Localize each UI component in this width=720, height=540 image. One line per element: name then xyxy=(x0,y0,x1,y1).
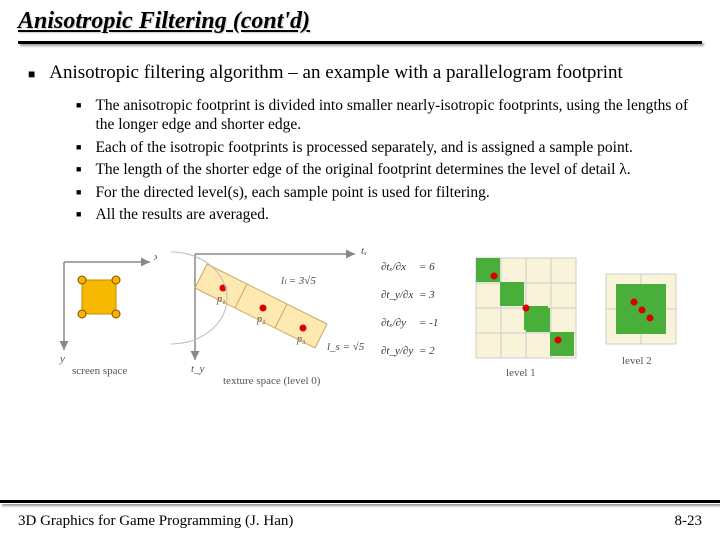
svg-text:∂tₓ/∂y: ∂tₓ/∂y xyxy=(381,317,406,329)
footer-right: 8-23 xyxy=(675,513,703,530)
long-edge-label: lₗ = 3√5 xyxy=(281,275,316,287)
footer-left: 3D Graphics for Game Programming (J. Han… xyxy=(18,513,293,530)
axis-y-label: y xyxy=(59,353,65,365)
dtx-dx-lhs: ∂tₓ/∂x xyxy=(381,261,406,273)
axis-ty-label: t_y xyxy=(191,363,205,375)
bullet-lvl2: ■ For the directed level(s), each sample … xyxy=(76,183,692,202)
svg-text:∂t_y/∂x: ∂t_y/∂x xyxy=(381,289,413,301)
bullet-lvl2: ■ The length of the shorter edge of the o… xyxy=(76,160,692,179)
square-bullet-icon: ■ xyxy=(76,160,81,179)
svg-text:= 6: = 6 xyxy=(419,261,435,273)
figure: x y screen space tₓ t_y xyxy=(42,240,692,390)
axis-tx-label: tₓ xyxy=(361,245,367,257)
square-bullet-icon: ■ xyxy=(28,62,35,86)
figure-screen-space: x y screen space xyxy=(42,240,157,380)
slide-content: ■ Anisotropic filtering algorithm – an e… xyxy=(18,44,702,390)
caption: screen space xyxy=(72,365,127,377)
dty-dx-lhs: ∂t_y/∂x xyxy=(381,289,413,301)
svg-text:∂tₓ/∂x: ∂tₓ/∂x xyxy=(381,261,406,273)
dtx-dy-rhs: = -1 xyxy=(419,317,438,329)
axis-x-label: x xyxy=(153,251,157,263)
footer-rule xyxy=(0,500,720,504)
bullet-text: For the directed level(s), each sample p… xyxy=(95,183,489,202)
square-bullet-icon: ■ xyxy=(76,183,81,202)
svg-text:= -1: = -1 xyxy=(419,317,438,329)
bullet-text: Each of the isotropic footprints is proc… xyxy=(95,138,632,157)
level2-label: level 2 xyxy=(622,355,652,367)
figure-texture-space: tₓ t_y p₁ p₂ p₃ lₗ = 3√5 l_s = √5 textur… xyxy=(171,240,458,390)
dty-dy-rhs: = 2 xyxy=(419,345,435,357)
caption: texture space (level 0) xyxy=(223,375,321,387)
dtx-dy-lhs: ∂tₓ/∂y xyxy=(381,317,406,329)
bullet-lvl2: ■ All the results are averaged. xyxy=(76,205,692,224)
dtx-dx-rhs: = 6 xyxy=(419,261,435,273)
p2-label: p₂ xyxy=(256,314,266,325)
dty-dx-rhs: = 3 xyxy=(419,289,435,301)
short-edge-label: l_s = √5 xyxy=(327,341,365,353)
bullet-lvl2: ■ The anisotropic footprint is divided in… xyxy=(76,96,692,135)
bullet-text: All the results are averaged. xyxy=(95,205,268,224)
bullet-lvl1: ■ Anisotropic filtering algorithm – an e… xyxy=(28,62,692,86)
bullet-text: The anisotropic footprint is divided int… xyxy=(95,96,692,135)
svg-text:= 2: = 2 xyxy=(419,345,435,357)
svg-text:∂t_y/∂y: ∂t_y/∂y xyxy=(381,345,413,357)
svg-text:= 3: = 3 xyxy=(419,289,435,301)
figure-mip-levels: level 1 level 2 xyxy=(472,240,692,390)
p3-label: p₃ xyxy=(296,334,306,345)
square-bullet-icon: ■ xyxy=(76,138,81,157)
bullet-text: The length of the shorter edge of the or… xyxy=(95,160,630,179)
p1-label: p₁ xyxy=(216,294,225,305)
slide-title: Anisotropic Filtering (cont'd) xyxy=(18,8,702,39)
square-bullet-icon: ■ xyxy=(76,205,81,224)
square-bullet-icon: ■ xyxy=(76,96,81,135)
bullet-text: Anisotropic filtering algorithm – an exa… xyxy=(49,62,623,86)
level1-label: level 1 xyxy=(506,367,536,379)
bullet-lvl2: ■ Each of the isotropic footprints is pro… xyxy=(76,138,692,157)
dty-dy-lhs: ∂t_y/∂y xyxy=(381,345,413,357)
